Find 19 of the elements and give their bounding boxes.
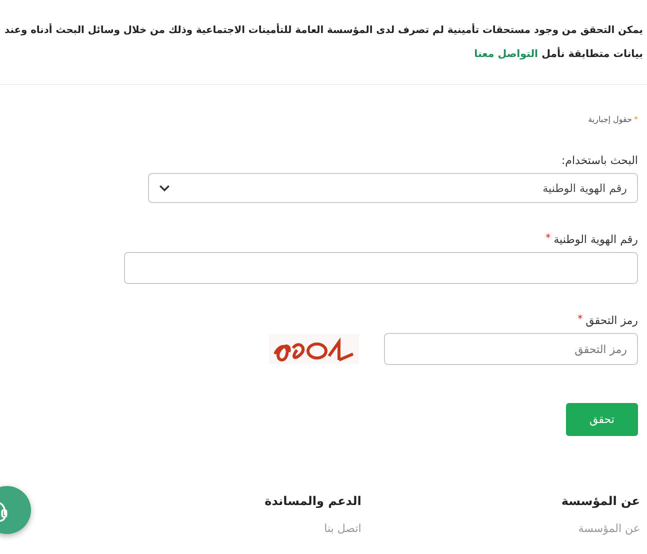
footer-heading: عن المؤسسة <box>561 494 640 508</box>
search-type-select[interactable]: رقم الهوية الوطنية <box>148 173 638 203</box>
field-label: رمز التحقق <box>586 314 638 327</box>
intro-text: بيانات متطابقة نأمل <box>542 49 643 60</box>
intro-text: يمكن التحقق من وجود مستحقات تأمينية لم تصرف لدى المؤسسة العامة للتأمينات الاجتماعية وذلك من خلال وسائل البحث أدناه وعند <box>4 22 643 38</box>
captcha-field[interactable]: رمز التحقق <box>384 333 638 365</box>
footer-heading: الدعم والمساندة <box>264 494 362 508</box>
field-label: البحث باستخدام: <box>560 154 638 167</box>
field-label: رقم الهوية الوطنية <box>554 233 638 246</box>
footer-link[interactable]: اتصل بنا <box>264 522 362 535</box>
required-mark: * <box>578 314 583 325</box>
required-note: حقول إجبارية <box>588 115 632 124</box>
required-mark: * <box>634 115 638 124</box>
chevron-down-icon <box>159 184 170 192</box>
verify-button[interactable]: تحقق <box>566 403 638 436</box>
contact-link[interactable]: التواصل معنا <box>474 49 538 60</box>
footer-link[interactable]: عن المؤسسة <box>561 522 640 535</box>
national-id-field[interactable] <box>124 252 638 284</box>
required-mark: * <box>546 233 551 244</box>
